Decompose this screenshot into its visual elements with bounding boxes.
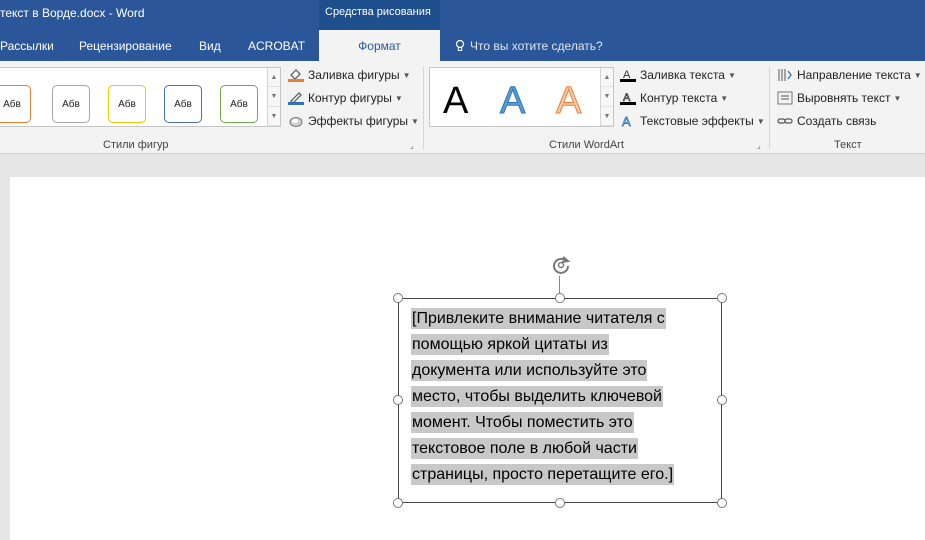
tell-me-text: Что вы хотите сделать? — [470, 39, 603, 53]
chevron-down-icon: ▼ — [893, 93, 902, 103]
create-link-button[interactable]: Создать связь — [777, 114, 876, 128]
dialog-launcher-icon[interactable]: ⌟ — [757, 141, 761, 150]
gallery-scroll[interactable]: ▲ ▼ ▼ — [267, 68, 280, 126]
resize-handle-bottom-right[interactable] — [717, 498, 727, 508]
text-outline-button[interactable]: A Контур текста ▼ — [620, 91, 728, 105]
tab-acrobat[interactable]: ACROBAT — [248, 39, 305, 53]
chevron-down-icon: ▼ — [394, 93, 403, 103]
tab-mailings[interactable]: Рассылки — [0, 39, 54, 53]
rotate-handle-icon[interactable] — [549, 253, 573, 277]
tell-me-box[interactable]: Что вы хотите сделать? — [455, 39, 603, 53]
text-direction-button[interactable]: Направление текста ▼ — [777, 68, 922, 82]
text-line: место, чтобы выделить ключевой — [411, 386, 663, 407]
align-text-icon — [777, 91, 793, 105]
text-line: документа или используйте это — [411, 360, 648, 381]
wordart-sample-black[interactable]: A — [443, 80, 468, 123]
text-fill-icon: A — [620, 68, 636, 82]
text-box[interactable]: [Привлеките внимание читателя с помощью … — [398, 298, 722, 503]
gallery-more-icon[interactable]: ▼ — [268, 107, 280, 126]
resize-handle-top-left[interactable] — [393, 293, 403, 303]
scroll-down-icon[interactable]: ▼ — [268, 87, 280, 107]
wordart-gallery: A A A ▲ ▼ ▼ — [429, 67, 614, 127]
tab-review[interactable]: Рецензирование — [79, 39, 172, 53]
text-fill-button[interactable]: A Заливка текста ▼ — [620, 68, 736, 82]
text-direction-icon — [777, 68, 793, 82]
scroll-up-icon[interactable]: ▲ — [601, 68, 613, 88]
window-title: текст в Ворде.docx - Word — [0, 6, 145, 20]
shape-style-swatch[interactable]: Абв — [164, 85, 202, 123]
wordart-sample-blue[interactable]: A — [499, 80, 525, 123]
text-line: страницы, просто перетащите его.] — [411, 464, 675, 485]
chevron-down-icon: ▼ — [756, 116, 765, 126]
shape-style-swatch[interactable]: Абв — [0, 85, 31, 123]
group-label-wordart-styles: Стили WordArt — [549, 139, 624, 151]
resize-handle-top-right[interactable] — [717, 293, 727, 303]
shape-outline-button[interactable]: Контур фигуры ▼ — [288, 91, 403, 105]
group-divider — [769, 67, 770, 149]
pen-outline-icon — [288, 91, 304, 105]
gallery-more-icon[interactable]: ▼ — [601, 107, 613, 126]
title-bar: текст в Ворде.docx - Word — [0, 0, 925, 30]
shape-style-swatch[interactable]: Абв — [108, 85, 146, 123]
drawing-tools-context: Средства рисования — [319, 0, 440, 30]
resize-handle-bottom[interactable] — [555, 498, 565, 508]
group-label-shape-styles: Стили фигур — [103, 139, 169, 151]
ribbon: Абв Абв Абв Абв Абв ▲ ▼ ▼ Заливка фигуры… — [0, 61, 925, 154]
text-line: текстовое поле в любой части — [411, 438, 638, 459]
chevron-down-icon: ▼ — [727, 70, 736, 80]
text-box-content[interactable]: [Привлеките внимание читателя с помощью … — [411, 306, 711, 488]
resize-handle-right[interactable] — [717, 395, 727, 405]
shape-style-swatch[interactable]: Абв — [52, 85, 90, 123]
resize-handle-bottom-left[interactable] — [393, 498, 403, 508]
svg-text:A: A — [622, 114, 631, 128]
text-line: момент. Чтобы поместить это — [411, 412, 634, 433]
align-text-button[interactable]: Выровнять текст ▼ — [777, 91, 901, 105]
resize-handle-top[interactable] — [555, 293, 565, 303]
paint-bucket-icon — [288, 68, 304, 82]
text-effects-icon: A — [620, 114, 636, 130]
tab-format[interactable]: Формат — [319, 30, 440, 61]
shape-styles-gallery: Абв Абв Абв Абв Абв ▲ ▼ ▼ — [0, 67, 281, 127]
chevron-down-icon: ▼ — [411, 116, 419, 126]
scroll-down-icon[interactable]: ▼ — [601, 87, 613, 107]
chevron-down-icon: ▼ — [720, 93, 729, 103]
shape-effects-button[interactable]: Эффекты фигуры ▼ — [288, 114, 419, 128]
context-tab-label: Средства рисования — [325, 6, 431, 18]
link-icon — [777, 114, 793, 128]
text-outline-icon: A — [620, 91, 636, 105]
text-line: помощью яркой цитаты из — [411, 334, 609, 355]
scroll-up-icon[interactable]: ▲ — [268, 68, 280, 88]
shape-effects-icon — [288, 114, 304, 128]
resize-handle-left[interactable] — [393, 395, 403, 405]
text-line: [Привлеките внимание читателя с — [411, 308, 666, 329]
group-label-text: Текст — [834, 139, 862, 151]
wordart-sample-orange[interactable]: A — [555, 80, 581, 123]
shape-style-swatch[interactable]: Абв — [220, 85, 258, 123]
gallery-scroll[interactable]: ▲ ▼ ▼ — [600, 68, 613, 126]
dialog-launcher-icon[interactable]: ⌟ — [410, 141, 414, 150]
group-divider — [423, 67, 424, 149]
chevron-down-icon: ▼ — [402, 70, 411, 80]
text-effects-button[interactable]: A Текстовые эффекты ▼ — [620, 114, 765, 130]
lightbulb-icon — [455, 40, 465, 51]
tab-view[interactable]: Вид — [199, 39, 221, 53]
shape-fill-button[interactable]: Заливка фигуры ▼ — [288, 68, 411, 82]
chevron-down-icon: ▼ — [913, 70, 922, 80]
